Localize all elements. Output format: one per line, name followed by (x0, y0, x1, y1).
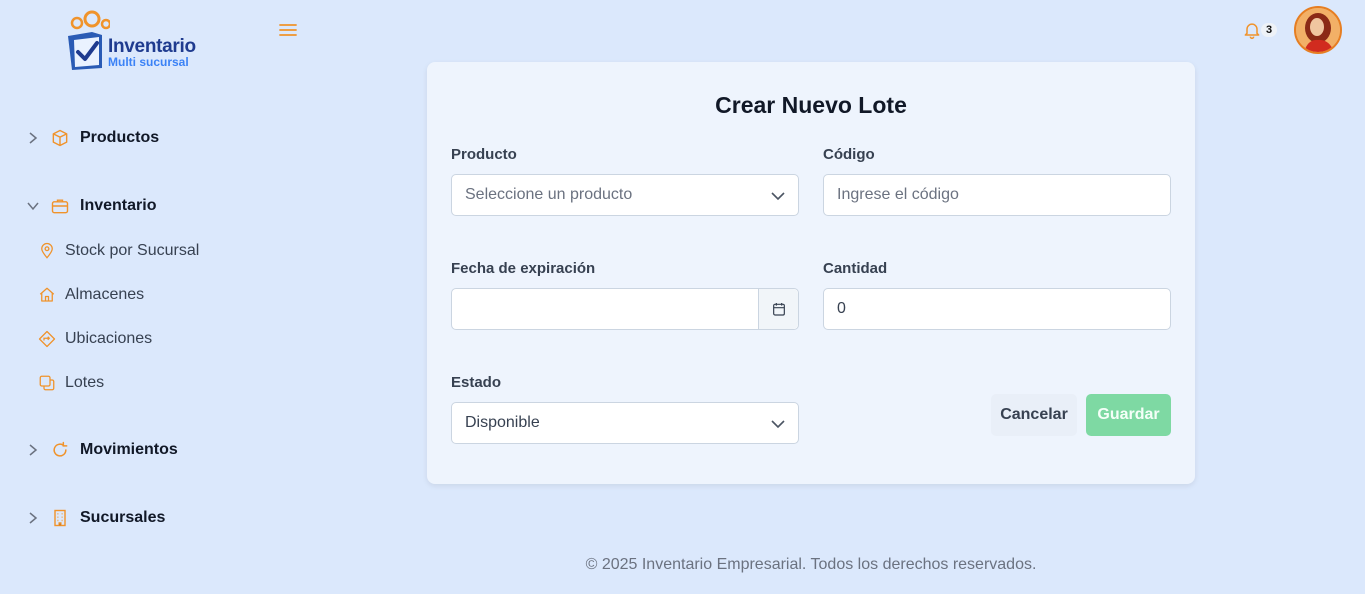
home-icon (39, 287, 55, 302)
chevron-down-icon (771, 192, 785, 201)
estado-select[interactable]: Disponible (451, 402, 799, 444)
chevron-down-icon (771, 420, 785, 429)
sidebar-item-label: Stock por Sucursal (65, 242, 200, 259)
sidebar-item-lotes[interactable]: Lotes (38, 374, 104, 392)
fecha-expiracion-label: Fecha de expiración (451, 260, 596, 277)
sidebar-item-almacenes[interactable]: Almacenes (38, 286, 144, 304)
sidebar-item-label: Almacenes (65, 286, 145, 303)
sidebar-item-ubicaciones[interactable]: Ubicaciones (38, 330, 152, 348)
codigo-label: Código (823, 146, 875, 163)
sidebar-item-stock-por-sucursal[interactable]: Stock por Sucursal (38, 242, 199, 260)
menu-icon (279, 24, 297, 36)
logo-subtitle: Multi sucursal (108, 55, 189, 69)
sidebar-item-label: Ubicaciones (65, 330, 153, 347)
producto-select[interactable]: Seleccione un producto (451, 174, 799, 216)
chevron-right-icon (29, 444, 38, 456)
sidebar-group-inventario[interactable]: Inventario (26, 196, 156, 216)
create-lote-card: Crear Nuevo Lote Producto Seleccione un … (427, 62, 1195, 484)
box-icon (52, 129, 68, 147)
fecha-expiracion-input[interactable] (451, 288, 799, 330)
user-avatar[interactable] (1294, 6, 1342, 54)
logo-icon (68, 10, 110, 70)
footer-copyright: © 2025 Inventario Empresarial. Todos los… (585, 556, 1037, 573)
calendar-icon (772, 303, 785, 316)
briefcase-icon (51, 199, 69, 214)
codigo-input[interactable]: Ingrese el código (823, 174, 1171, 216)
avatar-image (1296, 8, 1340, 52)
producto-label: Producto (451, 146, 517, 163)
estado-label: Estado (451, 374, 502, 391)
sidebar-group-label: Inventario (80, 197, 157, 214)
notification-count-badge: 3 (1261, 23, 1278, 37)
sidebar-group-label: Productos (80, 129, 160, 146)
chevron-down-icon (27, 202, 39, 211)
producto-select-value: Seleccione un producto (465, 186, 633, 203)
date-picker-button[interactable] (758, 289, 798, 329)
cantidad-label: Cantidad (823, 260, 888, 277)
sidebar-group-productos[interactable]: Productos (26, 128, 159, 148)
building-icon (54, 509, 66, 527)
chevron-right-icon (29, 132, 38, 144)
map-pin-icon (41, 242, 53, 259)
cantidad-value: 0 (837, 300, 846, 317)
sidebar-group-sucursales[interactable]: Sucursales (26, 508, 165, 528)
save-button[interactable]: Guardar (1086, 394, 1171, 436)
chevron-right-icon (29, 512, 38, 524)
bell-icon (1244, 23, 1260, 40)
page-title: Crear Nuevo Lote (715, 92, 907, 118)
notifications-button[interactable]: 3 (1242, 20, 1280, 42)
menu-toggle-button[interactable] (278, 20, 298, 40)
sidebar-group-label: Sucursales (80, 509, 166, 526)
layers-icon (39, 375, 55, 391)
cantidad-input[interactable]: 0 (823, 288, 1171, 330)
estado-select-value: Disponible (465, 414, 540, 431)
app-logo[interactable]: Inventario Multi sucursal (66, 10, 206, 74)
sidebar-group-label: Movimientos (80, 441, 178, 458)
sidebar-group-movimientos[interactable]: Movimientos (26, 440, 178, 460)
sidebar-item-label: Lotes (65, 374, 105, 391)
refresh-icon (53, 441, 68, 457)
cancel-button[interactable]: Cancelar (991, 394, 1077, 436)
codigo-input-placeholder: Ingrese el código (837, 186, 959, 203)
diamond-arrow-icon (38, 330, 56, 348)
